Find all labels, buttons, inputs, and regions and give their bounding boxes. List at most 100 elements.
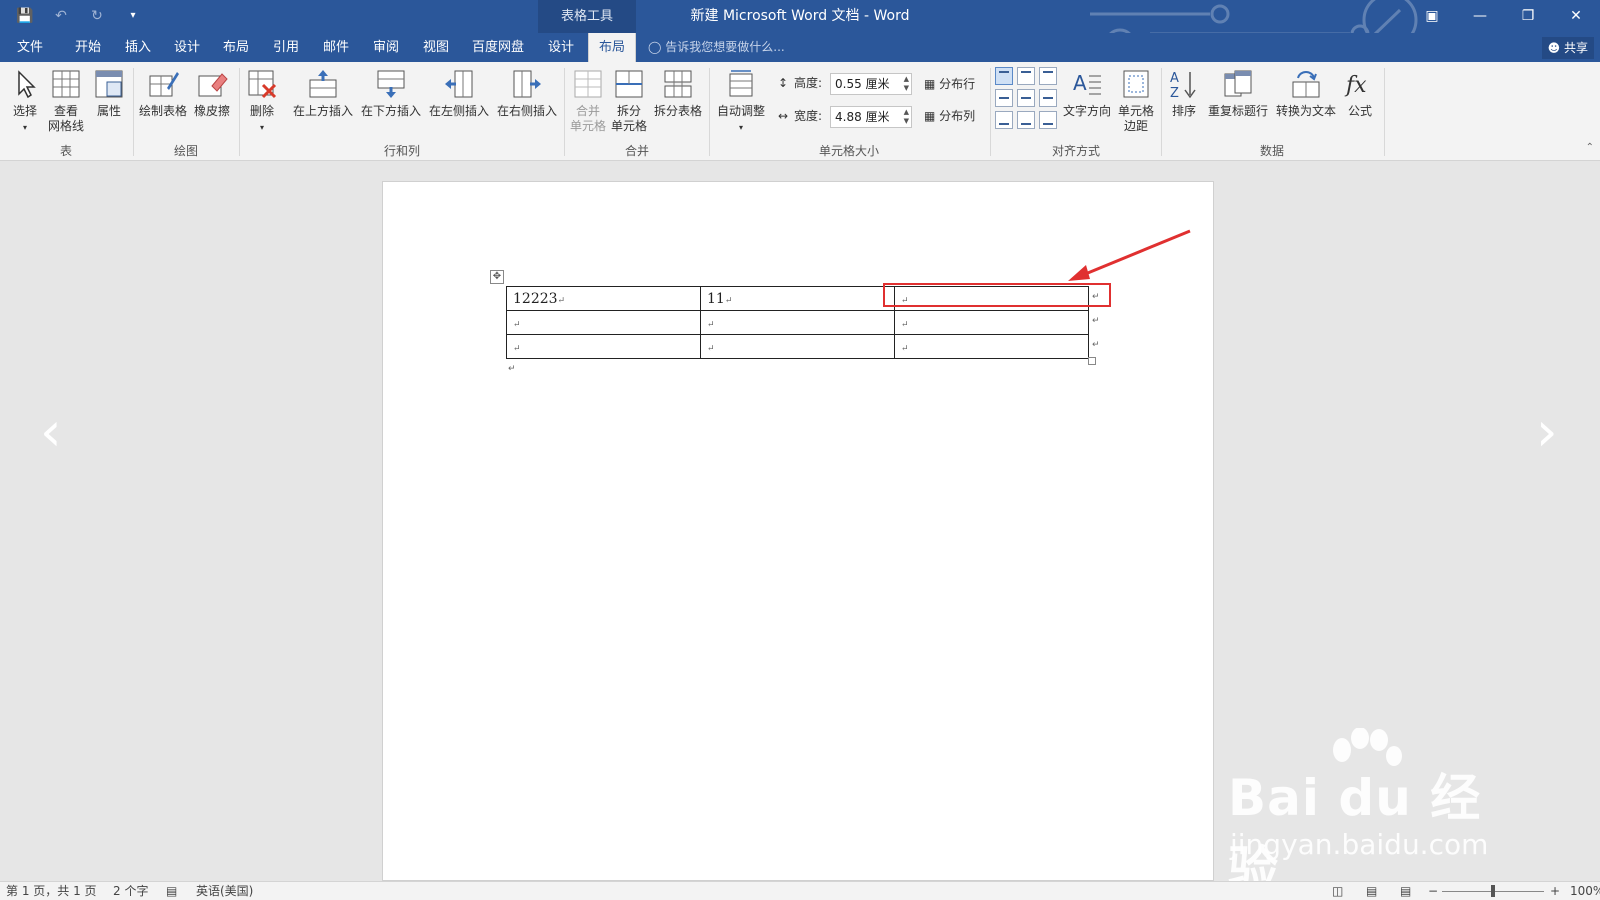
table-cell[interactable]: 11↵: [700, 286, 895, 311]
merge-cells-button[interactable]: 合并 单元格: [568, 68, 608, 134]
properties-button[interactable]: 属性: [90, 68, 128, 119]
width-input[interactable]: 4.88 厘米 ▲ ▼: [830, 106, 912, 128]
formula-button[interactable]: fx 公式: [1342, 68, 1378, 119]
table-cell[interactable]: ↵: [700, 334, 895, 359]
restore-icon[interactable]: ❐: [1504, 0, 1552, 33]
table-resize-handle[interactable]: [1088, 357, 1096, 365]
proofing-icon[interactable]: ▤: [166, 882, 177, 900]
redo-icon[interactable]: ↻: [86, 6, 108, 26]
zoom-out-icon[interactable]: −: [1428, 882, 1438, 900]
align-top-left-icon[interactable]: [995, 67, 1013, 85]
draw-table-button[interactable]: 绘制表格: [138, 68, 188, 119]
group-separator: [1384, 68, 1385, 156]
group-label-draw: 绘图: [173, 144, 198, 158]
zoom-in-icon[interactable]: +: [1550, 882, 1560, 900]
table-cell[interactable]: ↵: [894, 334, 1089, 359]
group-label-cell-size: 单元格大小: [818, 144, 879, 158]
tab-table-design[interactable]: 设计: [541, 33, 581, 62]
align-bottom-left-icon[interactable]: [995, 111, 1013, 129]
table-row: ↵ ↵ ↵: [506, 310, 1089, 335]
tab-review[interactable]: 审阅: [366, 33, 406, 62]
close-icon[interactable]: ✕: [1552, 0, 1600, 33]
baidu-watermark: Bai du 经验 jingyan.baidu.com: [1228, 728, 1518, 899]
align-middle-right-icon[interactable]: [1039, 89, 1057, 107]
zoom-level[interactable]: 100%: [1570, 882, 1600, 900]
split-cells-button[interactable]: 拆分 单元格: [609, 68, 649, 134]
page-count[interactable]: 第 1 页，共 1 页: [6, 882, 97, 900]
table-cell[interactable]: ↵: [506, 334, 701, 359]
save-icon[interactable]: 💾: [14, 6, 36, 26]
print-layout-icon[interactable]: ▤: [1366, 882, 1377, 900]
table-cell[interactable]: ↵: [700, 310, 895, 335]
repeat-header-rows-button[interactable]: 重复标题行: [1205, 68, 1271, 119]
tab-table-layout[interactable]: 布局: [588, 33, 636, 62]
tab-home[interactable]: 开始: [68, 33, 108, 62]
width-spinner-icon[interactable]: ▲ ▼: [904, 108, 909, 126]
tab-layout[interactable]: 布局: [216, 33, 256, 62]
align-bottom-center-icon[interactable]: [1017, 111, 1035, 129]
tab-file[interactable]: 文件: [10, 33, 50, 62]
height-spinner-icon[interactable]: ▲ ▼: [904, 75, 909, 93]
undo-icon[interactable]: ↶: [50, 6, 72, 26]
collapse-ribbon-icon[interactable]: ⌃: [1586, 142, 1594, 153]
split-table-button[interactable]: 拆分表格: [652, 68, 704, 119]
width-value: 4.88 厘米: [835, 110, 890, 124]
align-bottom-right-icon[interactable]: [1039, 111, 1057, 129]
language-indicator[interactable]: 英语(美国): [196, 882, 253, 900]
minimize-icon[interactable]: —: [1456, 0, 1504, 33]
sort-label: 排序: [1171, 104, 1196, 118]
previous-arrow-icon[interactable]: ‹: [40, 405, 62, 459]
repeat-header-icon: [1224, 70, 1252, 97]
svg-text:A: A: [1170, 71, 1179, 86]
tab-insert[interactable]: 插入: [118, 33, 158, 62]
ribbon-tab-row: 文件 开始 插入 设计 布局 引用 邮件 审阅 视图 百度网盘 设计 布局 ◯ …: [0, 33, 1600, 62]
tell-me-box[interactable]: ◯ 告诉我您想要做什么...: [648, 33, 785, 62]
cell-text: 12223: [513, 290, 558, 307]
height-input[interactable]: 0.55 厘米 ▲ ▼: [830, 73, 912, 95]
view-gridlines-label-2: 网格线: [47, 119, 84, 133]
insert-below-button[interactable]: 在下方插入: [358, 68, 424, 119]
align-top-right-icon[interactable]: [1039, 67, 1057, 85]
share-button[interactable]: ☻ 共享: [1541, 37, 1594, 59]
table-move-handle-icon[interactable]: ✥: [490, 270, 504, 284]
group-label-data: 数据: [1259, 144, 1284, 158]
text-direction-button[interactable]: A 文字方向: [1062, 68, 1112, 119]
web-layout-icon[interactable]: ▤: [1400, 882, 1411, 900]
autofit-button[interactable]: 自动调整 ▾: [713, 68, 769, 135]
tab-mailings[interactable]: 邮件: [316, 33, 356, 62]
zoom-slider-thumb[interactable]: [1491, 885, 1495, 897]
tab-references[interactable]: 引用: [266, 33, 306, 62]
insert-left-button[interactable]: 在左侧插入: [426, 68, 492, 119]
customize-qat-icon[interactable]: ▾: [122, 6, 144, 26]
convert-to-text-button[interactable]: 转换为文本: [1273, 68, 1339, 119]
user-icon: ☻: [1547, 41, 1561, 55]
insert-left-label: 在左侧插入: [428, 104, 489, 118]
insert-right-button[interactable]: 在右侧插入: [494, 68, 560, 119]
read-mode-icon[interactable]: ◫: [1332, 882, 1343, 900]
insert-column-left-icon: [445, 70, 473, 98]
tab-view[interactable]: 视图: [416, 33, 456, 62]
sort-button[interactable]: AZ 排序: [1166, 68, 1202, 119]
table-cell[interactable]: ↵: [506, 310, 701, 335]
align-middle-center-icon[interactable]: [1017, 89, 1035, 107]
delete-button[interactable]: 删除 ▾: [243, 68, 281, 135]
eraser-button[interactable]: 橡皮擦: [190, 68, 234, 119]
insert-above-button[interactable]: 在上方插入: [290, 68, 356, 119]
tab-baidu-netdisk[interactable]: 百度网盘: [466, 33, 530, 62]
distribute-rows-button[interactable]: ▦ 分布行: [924, 73, 975, 95]
align-top-center-icon[interactable]: [1017, 67, 1035, 85]
word-count[interactable]: 2 个字: [113, 882, 148, 900]
tab-design[interactable]: 设计: [167, 33, 207, 62]
select-button[interactable]: 选择 ▾: [8, 68, 42, 135]
next-arrow-icon[interactable]: ›: [1536, 405, 1558, 459]
cell-margins-button[interactable]: 单元格 边距: [1113, 68, 1159, 134]
ribbon-display-options-icon[interactable]: ▣: [1408, 0, 1456, 33]
distribute-columns-button[interactable]: ▦ 分布列: [924, 105, 975, 127]
table-cell[interactable]: 12223↵: [506, 286, 701, 311]
height-value: 0.55 厘米: [835, 77, 890, 91]
align-middle-left-icon[interactable]: [995, 89, 1013, 107]
table-cell[interactable]: ↵: [894, 310, 1089, 335]
autofit-icon: [729, 70, 753, 97]
view-gridlines-button[interactable]: 查看 网格线: [44, 68, 88, 134]
paw-icon: [1333, 728, 1402, 766]
